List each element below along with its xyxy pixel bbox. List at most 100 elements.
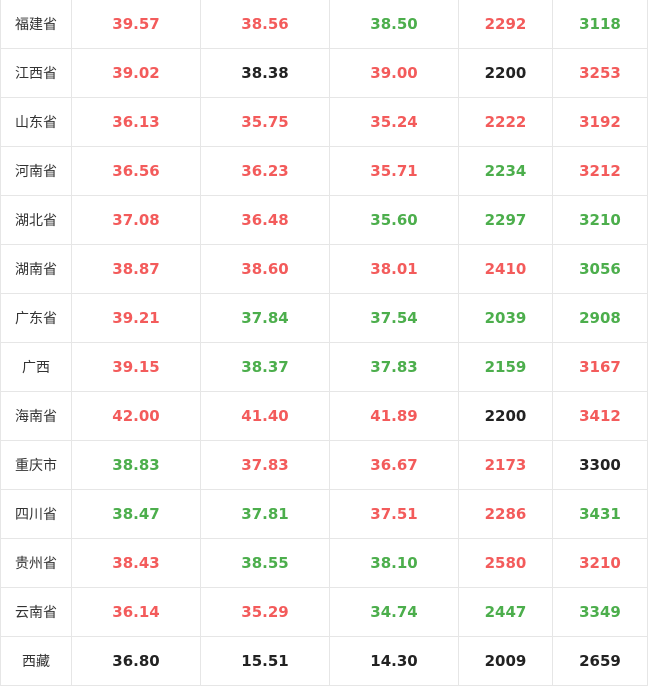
price-cell: 2908 <box>552 293 648 343</box>
region-cell: 四川省 <box>0 489 72 539</box>
region-cell: 海南省 <box>0 391 72 441</box>
price-cell: 38.37 <box>200 342 330 392</box>
region-cell: 广东省 <box>0 293 72 343</box>
price-cell: 2659 <box>552 636 648 686</box>
price-cell: 3300 <box>552 440 648 490</box>
price-cell: 2039 <box>458 293 553 343</box>
price-cell: 14.30 <box>329 636 459 686</box>
region-cell: 湖南省 <box>0 244 72 294</box>
price-cell: 38.38 <box>200 48 330 98</box>
region-cell: 江西省 <box>0 48 72 98</box>
price-cell: 3210 <box>552 538 648 588</box>
price-cell: 36.56 <box>71 146 201 196</box>
table-row: 四川省 38.47 37.81 37.51 2286 3431 <box>0 489 648 539</box>
price-cell: 38.50 <box>329 0 459 49</box>
price-cell: 41.40 <box>200 391 330 441</box>
price-cell: 38.01 <box>329 244 459 294</box>
price-cell: 38.10 <box>329 538 459 588</box>
price-cell: 2173 <box>458 440 553 490</box>
price-cell: 37.84 <box>200 293 330 343</box>
table-row: 广西 39.15 38.37 37.83 2159 3167 <box>0 342 648 392</box>
table-row: 广东省 39.21 37.84 37.54 2039 2908 <box>0 293 648 343</box>
price-cell: 39.15 <box>71 342 201 392</box>
price-cell: 36.23 <box>200 146 330 196</box>
price-cell: 35.24 <box>329 97 459 147</box>
price-cell: 2286 <box>458 489 553 539</box>
price-cell: 37.51 <box>329 489 459 539</box>
price-cell: 41.89 <box>329 391 459 441</box>
price-cell: 3192 <box>552 97 648 147</box>
price-cell: 2009 <box>458 636 553 686</box>
region-cell: 广西 <box>0 342 72 392</box>
price-cell: 37.83 <box>329 342 459 392</box>
price-cell: 38.83 <box>71 440 201 490</box>
region-cell: 重庆市 <box>0 440 72 490</box>
region-cell: 福建省 <box>0 0 72 49</box>
price-cell: 37.81 <box>200 489 330 539</box>
table-row: 河南省 36.56 36.23 35.71 2234 3212 <box>0 146 648 196</box>
region-cell: 山东省 <box>0 97 72 147</box>
table-row: 云南省 36.14 35.29 34.74 2447 3349 <box>0 587 648 637</box>
price-cell: 35.75 <box>200 97 330 147</box>
price-cell: 36.14 <box>71 587 201 637</box>
price-cell: 39.21 <box>71 293 201 343</box>
table-row: 海南省 42.00 41.40 41.89 2200 3412 <box>0 391 648 441</box>
region-cell: 河南省 <box>0 146 72 196</box>
table-row: 江西省 39.02 38.38 39.00 2200 3253 <box>0 48 648 98</box>
price-cell: 38.56 <box>200 0 330 49</box>
region-cell: 西藏 <box>0 636 72 686</box>
price-cell: 35.60 <box>329 195 459 245</box>
table-row: 重庆市 38.83 37.83 36.67 2173 3300 <box>0 440 648 490</box>
price-cell: 3349 <box>552 587 648 637</box>
price-cell: 2447 <box>458 587 553 637</box>
price-cell: 3412 <box>552 391 648 441</box>
price-cell: 3212 <box>552 146 648 196</box>
table-row: 山东省 36.13 35.75 35.24 2222 3192 <box>0 97 648 147</box>
price-cell: 2292 <box>458 0 553 49</box>
price-cell: 35.71 <box>329 146 459 196</box>
table-body: 福建省 39.57 38.56 38.50 2292 3118 江西省 39.02 38.38 3… <box>0 0 648 686</box>
price-cell: 35.29 <box>200 587 330 637</box>
price-cell: 36.13 <box>71 97 201 147</box>
price-cell: 36.67 <box>329 440 459 490</box>
price-cell: 3056 <box>552 244 648 294</box>
price-cell: 2297 <box>458 195 553 245</box>
price-cell: 2200 <box>458 391 553 441</box>
price-cell: 39.02 <box>71 48 201 98</box>
price-cell: 34.74 <box>329 587 459 637</box>
price-cell: 42.00 <box>71 391 201 441</box>
price-cell: 38.87 <box>71 244 201 294</box>
region-cell: 湖北省 <box>0 195 72 245</box>
table-row: 湖南省 38.87 38.60 38.01 2410 3056 <box>0 244 648 294</box>
price-cell: 15.51 <box>200 636 330 686</box>
price-cell: 2200 <box>458 48 553 98</box>
price-cell: 37.83 <box>200 440 330 490</box>
price-cell: 38.43 <box>71 538 201 588</box>
price-cell: 3167 <box>552 342 648 392</box>
region-cell: 云南省 <box>0 587 72 637</box>
price-cell: 3253 <box>552 48 648 98</box>
price-cell: 2159 <box>458 342 553 392</box>
price-cell: 38.60 <box>200 244 330 294</box>
price-cell: 38.47 <box>71 489 201 539</box>
price-cell: 2410 <box>458 244 553 294</box>
table-row: 湖北省 37.08 36.48 35.60 2297 3210 <box>0 195 648 245</box>
price-cell: 3118 <box>552 0 648 49</box>
price-cell: 39.00 <box>329 48 459 98</box>
price-cell: 36.80 <box>71 636 201 686</box>
region-cell: 贵州省 <box>0 538 72 588</box>
price-cell: 38.55 <box>200 538 330 588</box>
price-table: 福建省 39.57 38.56 38.50 2292 3118 江西省 39.02 38.38 3… <box>0 0 648 686</box>
price-cell: 2580 <box>458 538 553 588</box>
price-cell: 3210 <box>552 195 648 245</box>
price-cell: 2222 <box>458 97 553 147</box>
price-cell: 39.57 <box>71 0 201 49</box>
price-cell: 37.08 <box>71 195 201 245</box>
table-row: 福建省 39.57 38.56 38.50 2292 3118 <box>0 0 648 49</box>
price-cell: 3431 <box>552 489 648 539</box>
table-row: 西藏 36.80 15.51 14.30 2009 2659 <box>0 636 648 686</box>
price-cell: 36.48 <box>200 195 330 245</box>
price-cell: 37.54 <box>329 293 459 343</box>
table-row: 贵州省 38.43 38.55 38.10 2580 3210 <box>0 538 648 588</box>
price-cell: 2234 <box>458 146 553 196</box>
